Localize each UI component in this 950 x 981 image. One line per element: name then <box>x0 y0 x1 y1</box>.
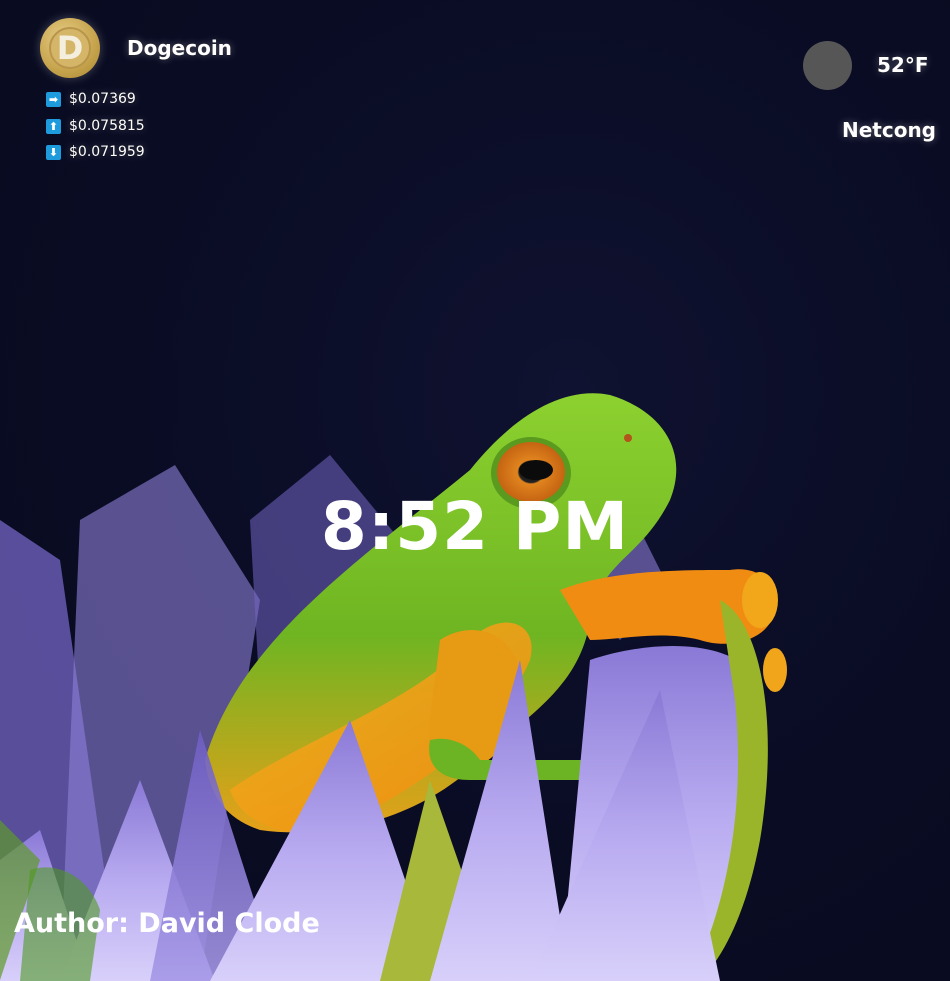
price-low: $0.071959 <box>69 144 145 160</box>
dogecoin-logo-letter: D <box>56 29 84 67</box>
price-current-row: ➡ $0.07369 <box>46 91 136 107</box>
arrow-right-icon: ➡ <box>46 91 61 107</box>
price-high: $0.075815 <box>69 118 145 134</box>
crypto-name[interactable]: Dogecoin <box>127 36 232 60</box>
photo-author[interactable]: Author: David Clode <box>14 908 320 939</box>
arrow-down-icon: ⬇ <box>46 144 61 160</box>
weather-location[interactable]: Netcong <box>842 118 936 142</box>
weather-temperature[interactable]: 52°F <box>877 53 929 77</box>
price-current: $0.07369 <box>69 91 136 107</box>
arrow-up-icon: ⬆ <box>46 118 61 134</box>
weather-icon[interactable] <box>803 41 852 90</box>
new-tab-dashboard: D Dogecoin ➡ $0.07369 ⬆ $0.075815 ⬇ $0.0… <box>0 0 950 981</box>
price-high-row: ⬆ $0.075815 <box>46 118 145 134</box>
clock-time: 8:52 PM <box>320 488 630 565</box>
price-low-row: ⬇ $0.071959 <box>46 144 145 160</box>
dogecoin-logo-icon[interactable]: D <box>40 18 100 78</box>
